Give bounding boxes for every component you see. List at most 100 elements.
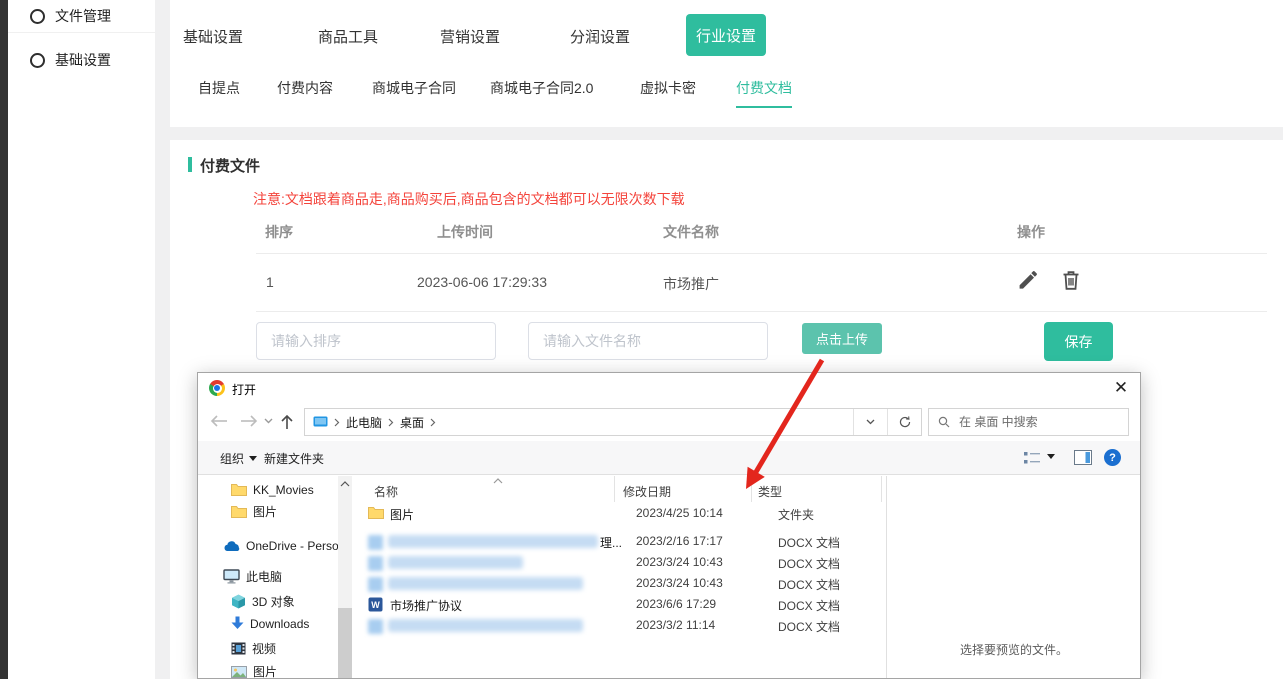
forward-icon[interactable] [240,414,258,428]
upload-button[interactable]: 点击上传 [802,323,882,354]
dialog-titlebar: 打开 ✕ [198,373,1140,403]
tree-label: 视频 [252,640,276,657]
view-list-icon[interactable] [1024,451,1041,465]
file-type: 文件夹 [778,506,814,523]
save-button[interactable]: 保存 [1044,322,1113,361]
dialog-title: 打开 [232,381,256,398]
col-header-sort: 排序 [265,222,293,242]
view-caret-icon[interactable] [1047,454,1055,459]
tab-basic-settings[interactable]: 基础设置 [183,26,243,47]
file-date: 2023/6/6 17:29 [636,597,716,611]
tree-label: KK_Movies [253,483,314,497]
preview-placeholder: 选择要预览的文件。 [886,641,1142,658]
tab-paid-docs-active[interactable]: 付费文档 [736,78,792,108]
breadcrumb-this-pc[interactable]: 此电脑 [346,414,382,431]
filename-input[interactable] [528,322,768,360]
file-row-redacted[interactable]: 2023/3/24 10:43 DOCX 文档 [198,553,886,573]
file-open-dialog: 打开 ✕ 此电脑 桌面 [197,372,1141,679]
tab-industry-settings-active[interactable]: 行业设置 [686,14,766,56]
section-accent-bar [188,157,192,172]
file-row-redacted[interactable]: 2023/3/2 11:14 DOCX 文档 [198,616,886,636]
file-date: 2023/3/24 10:43 [636,576,723,590]
tab-pickup-point[interactable]: 自提点 [198,78,240,106]
redacted-name [388,535,598,548]
page: 文件管理 基础设置 基础设置 商品工具 营销设置 分润设置 行业设置 自提点 付… [0,0,1283,679]
left-accent-strip [0,0,8,679]
dialog-navbar: 此电脑 桌面 [198,403,1140,441]
up-icon[interactable] [280,414,294,430]
redacted-name [388,577,583,590]
file-date: 2023/2/16 17:17 [636,534,723,548]
tree-item-kk-movies[interactable]: KK_Movies [231,481,314,498]
tab-virtual-card[interactable]: 虚拟卡密 [640,78,696,106]
organize-label: 组织 [220,450,244,467]
refresh-icon[interactable] [887,409,921,435]
tab-econtract-2[interactable]: 商城电子合同2.0 [490,78,593,106]
organize-button[interactable]: 组织 [220,450,257,467]
circle-icon [30,9,45,24]
folder-icon [368,506,384,519]
tab-marketing[interactable]: 营销设置 [440,26,500,47]
file-name: 图片 [390,506,414,523]
edit-icon[interactable] [1016,268,1040,292]
column-divider[interactable] [614,476,615,502]
redacted-name [388,619,583,632]
desktop-icon [313,416,328,428]
col-header-uploaded: 上传时间 [437,222,493,242]
new-folder-button[interactable]: 新建文件夹 [264,450,324,467]
file-col-name[interactable]: 名称 [374,483,398,500]
tree-item-pictures[interactable]: 图片 [231,663,277,679]
file-row-redacted[interactable]: 2023/3/24 10:43 DOCX 文档 [198,574,886,594]
cell-uploaded: 2023-06-06 17:29:33 [417,274,547,290]
file-type: DOCX 文档 [778,534,840,551]
sort-asc-icon [493,478,503,484]
file-icon [368,535,383,550]
help-icon[interactable]: ? [1104,449,1121,466]
chevron-right-icon [388,418,394,427]
search-input[interactable] [957,414,1101,430]
column-divider[interactable] [881,476,882,502]
chrome-icon [209,380,225,396]
address-dropdown-icon[interactable] [853,409,887,435]
history-dropdown-icon[interactable] [264,418,273,424]
file-date: 2023/3/24 10:43 [636,555,723,569]
tree-label: 图片 [253,663,277,679]
scroll-up-icon [340,481,350,487]
sidebar-item-label: 基础设置 [55,50,111,70]
sidebar-item-label: 文件管理 [55,6,111,26]
file-date: 2023/4/25 10:14 [636,506,723,520]
notice-text: 注意:文档跟着商品走,商品购买后,商品包含的文档都可以无限次数下载 [253,189,685,209]
file-name-suffix: 理... [600,534,622,551]
file-col-date[interactable]: 修改日期 [623,483,671,500]
file-row[interactable]: 图片 2023/4/25 10:14 文件夹 [198,504,886,524]
delete-icon[interactable] [1059,268,1083,292]
sidebar-item-basic-settings[interactable]: 基础设置 [8,44,155,76]
tab-product-tools[interactable]: 商品工具 [318,26,378,47]
column-divider[interactable] [751,476,752,502]
tab-econtract[interactable]: 商城电子合同 [372,78,456,106]
chevron-right-icon [430,418,436,427]
file-date: 2023/3/2 11:14 [636,618,715,632]
sort-input[interactable] [256,322,496,360]
tab-paid-content[interactable]: 付费内容 [277,78,333,106]
breadcrumb: 此电脑 桌面 [305,409,853,435]
svg-text:W: W [371,600,380,610]
file-type: DOCX 文档 [778,555,840,572]
sidebar-item-file-management[interactable]: 文件管理 [8,0,155,33]
tab-profit-sharing[interactable]: 分润设置 [570,26,630,47]
preview-pane-icon[interactable] [1074,450,1092,465]
file-row-marketing-agreement[interactable]: W 市场推广协议 2023/6/6 17:29 DOCX 文档 [198,595,886,615]
new-folder-label: 新建文件夹 [264,450,324,467]
file-col-type[interactable]: 类型 [758,483,782,500]
search-icon [938,416,950,428]
tabs-panel: 基础设置 商品工具 营销设置 分润设置 行业设置 自提点 付费内容 商城电子合同… [170,0,1283,127]
tree-item-videos[interactable]: 视频 [231,640,276,657]
breadcrumb-desktop[interactable]: 桌面 [400,414,424,431]
file-row-redacted[interactable]: 理... 2023/2/16 17:17 DOCX 文档 [198,532,886,552]
back-icon[interactable] [210,414,228,428]
col-header-actions: 操作 [1017,222,1045,242]
file-name: 市场推广协议 [390,597,462,614]
address-bar: 此电脑 桌面 [304,408,922,436]
close-icon[interactable]: ✕ [1108,377,1134,399]
search-box [928,408,1129,436]
